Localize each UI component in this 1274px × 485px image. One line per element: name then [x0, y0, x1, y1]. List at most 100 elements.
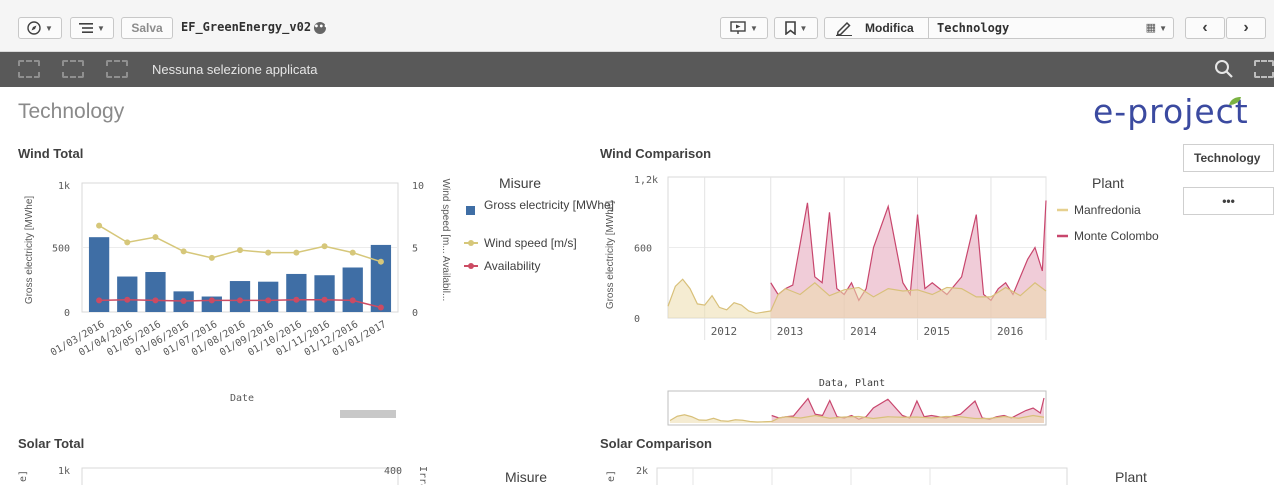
legend-item-manfredonia[interactable]: Manfredonia — [1074, 203, 1141, 217]
wind-total-right-tick: 5 — [412, 244, 418, 255]
legend-item-wind-speed[interactable]: Wind speed [m/s] — [484, 236, 577, 250]
clear-selections-icon[interactable] — [106, 60, 128, 78]
navigation-menu-button[interactable]: ▼ — [18, 17, 62, 39]
app-name-label: EF_GreenEnergy_v02 — [181, 20, 312, 34]
legend-item-monte-colombo[interactable]: Monte Colombo — [1074, 229, 1159, 243]
wind-total-left-tick: 500 — [52, 244, 70, 255]
wind-comparison-x-tick: 2015 — [924, 325, 951, 338]
sheet-nav-button[interactable]: Technology — [1183, 144, 1274, 172]
wind-comparison-x-tick: 2012 — [711, 325, 738, 338]
wind-speed-point[interactable] — [180, 248, 187, 255]
wind-total-legend-title: Misure — [499, 175, 541, 191]
manfredonia-area[interactable] — [668, 279, 1046, 318]
wind-speed-point[interactable] — [208, 254, 215, 261]
wind-total-bar[interactable] — [117, 276, 138, 312]
availability-point[interactable] — [265, 297, 272, 304]
list-menu-button[interactable]: ▼ — [70, 17, 114, 39]
availability-point[interactable] — [180, 298, 187, 305]
list-icon — [79, 23, 94, 33]
solar-total-right-tick: 400 — [384, 466, 402, 477]
app-name: EF_GreenEnergy_v02 ••• — [181, 20, 329, 34]
availability-point[interactable] — [293, 296, 300, 303]
solar-total-plot-area — [81, 467, 399, 485]
save-button[interactable]: Salva — [121, 17, 173, 39]
solar-comparison-plot-area — [656, 467, 1068, 485]
bookmark-button[interactable]: ▼ — [774, 17, 818, 39]
legend-item-availability[interactable]: Availability — [484, 259, 540, 273]
solar-total-left-tick: 1k — [58, 466, 70, 477]
edit-button[interactable]: Modifica — [825, 18, 929, 38]
chevron-right-icon: › — [1243, 19, 1249, 36]
wind-comparison-ylabel: Gross electricity [MWhe] — [605, 201, 616, 310]
solar-total-chart[interactable]: 1k 400 e] Irra Misure — [0, 462, 590, 485]
wind-total-ylabel-right: Wind speed [m... Availabil... — [440, 179, 451, 302]
availability-point[interactable] — [377, 304, 384, 311]
edit-sheet-group: Modifica Technology ▦ ▼ — [824, 17, 1174, 39]
wind-speed-point[interactable] — [96, 222, 103, 229]
wind-comparison-chart[interactable]: 1,2k 600 0 2012 2013 2014 2015 2016 Gross elect… — [600, 160, 1180, 440]
bookmark-icon — [784, 21, 796, 35]
availability-point[interactable] — [208, 297, 215, 304]
current-sheet-name[interactable]: Technology — [929, 21, 1009, 35]
wind-speed-point[interactable] — [293, 249, 300, 256]
solar-comparison-chart[interactable]: 2k e] Plant — [600, 462, 1180, 485]
search-icon[interactable] — [1214, 59, 1234, 79]
wind-speed-point[interactable] — [377, 258, 384, 265]
wind-total-bar[interactable] — [229, 281, 251, 312]
wind-comparison-title: Wind Comparison — [600, 146, 712, 161]
chevron-down-icon: ▼ — [799, 23, 808, 33]
wind-speed-line[interactable] — [98, 224, 382, 263]
wind-speed-point[interactable] — [349, 249, 356, 256]
availability-point[interactable] — [349, 297, 356, 304]
wind-total-title: Wind Total — [18, 146, 84, 161]
sheet-list-icon[interactable]: ▦ ▼ — [1146, 21, 1167, 34]
chevron-down-icon: ▼ — [97, 23, 105, 33]
availability-point[interactable] — [96, 297, 103, 304]
wind-total-scrollbar[interactable] — [340, 410, 396, 418]
availability-point[interactable] — [321, 296, 328, 303]
previous-sheet-button[interactable]: ‹ — [1185, 17, 1225, 39]
selection-bar: Nessuna selezione applicata — [0, 52, 1274, 87]
minimap-label: Data, Plant — [819, 378, 885, 389]
wind-total-ylabel-left: Gross electricity [MWhe] — [24, 196, 35, 305]
step-forward-icon[interactable] — [62, 60, 84, 78]
wind-total-bar[interactable] — [286, 273, 307, 312]
presentation-icon — [730, 21, 746, 34]
chevron-down-icon: ▼ — [750, 23, 758, 33]
wind-speed-point[interactable] — [321, 243, 328, 250]
wind-speed-point[interactable] — [237, 247, 243, 254]
present-button[interactable]: ▼ — [720, 17, 768, 39]
legend-marker-availability — [468, 263, 474, 269]
more-info-icon[interactable]: ••• — [314, 21, 329, 34]
top-toolbar: ▼ ▼ Salva EF_GreenEnergy_v02 ••• ▼ ▼ Modi… — [0, 0, 1274, 52]
wind-total-bar[interactable] — [370, 244, 392, 312]
wind-comparison-areas[interactable] — [667, 200, 1047, 319]
wind-total-bar[interactable] — [145, 272, 166, 312]
solar-comparison-ylabel-fragment: e] — [606, 470, 617, 482]
availability-point[interactable] — [124, 296, 131, 303]
wind-total-legend: Misure Gross electricity [MWhe] Wind spe… — [464, 175, 614, 273]
wind-total-bar[interactable] — [258, 281, 279, 312]
wind-total-bar[interactable] — [314, 275, 335, 312]
chevron-down-icon: ▼ — [45, 23, 53, 33]
wind-comparison-x-tick: 2013 — [777, 325, 804, 338]
logo-text: e-project — [1093, 92, 1249, 131]
wind-speed-point[interactable] — [152, 234, 159, 241]
wind-speed-point[interactable] — [265, 249, 272, 256]
next-sheet-button[interactable]: › — [1226, 17, 1266, 39]
smart-search-icon[interactable] — [1254, 60, 1274, 78]
more-options-button[interactable]: ••• — [1183, 187, 1274, 215]
wind-total-bar[interactable] — [342, 267, 363, 312]
edit-label: Modifica — [865, 21, 914, 35]
step-back-icon[interactable] — [18, 60, 40, 78]
wind-total-xlabel: Date — [230, 393, 254, 404]
wind-speed-point[interactable] — [124, 239, 131, 246]
legend-item-gross[interactable]: Gross electricity [MWhe] — [484, 198, 614, 212]
availability-point[interactable] — [237, 297, 243, 304]
availability-point[interactable] — [152, 297, 159, 304]
selection-status: Nessuna selezione applicata — [152, 62, 318, 77]
legend-marker-wind-speed — [468, 240, 474, 246]
wind-total-chart[interactable]: 1k5000105001/03/201601/04/201601/05/2016… — [0, 160, 614, 440]
wind-comparison-y-tick: 1,2k — [634, 175, 658, 186]
leaf-icon — [1229, 97, 1241, 105]
